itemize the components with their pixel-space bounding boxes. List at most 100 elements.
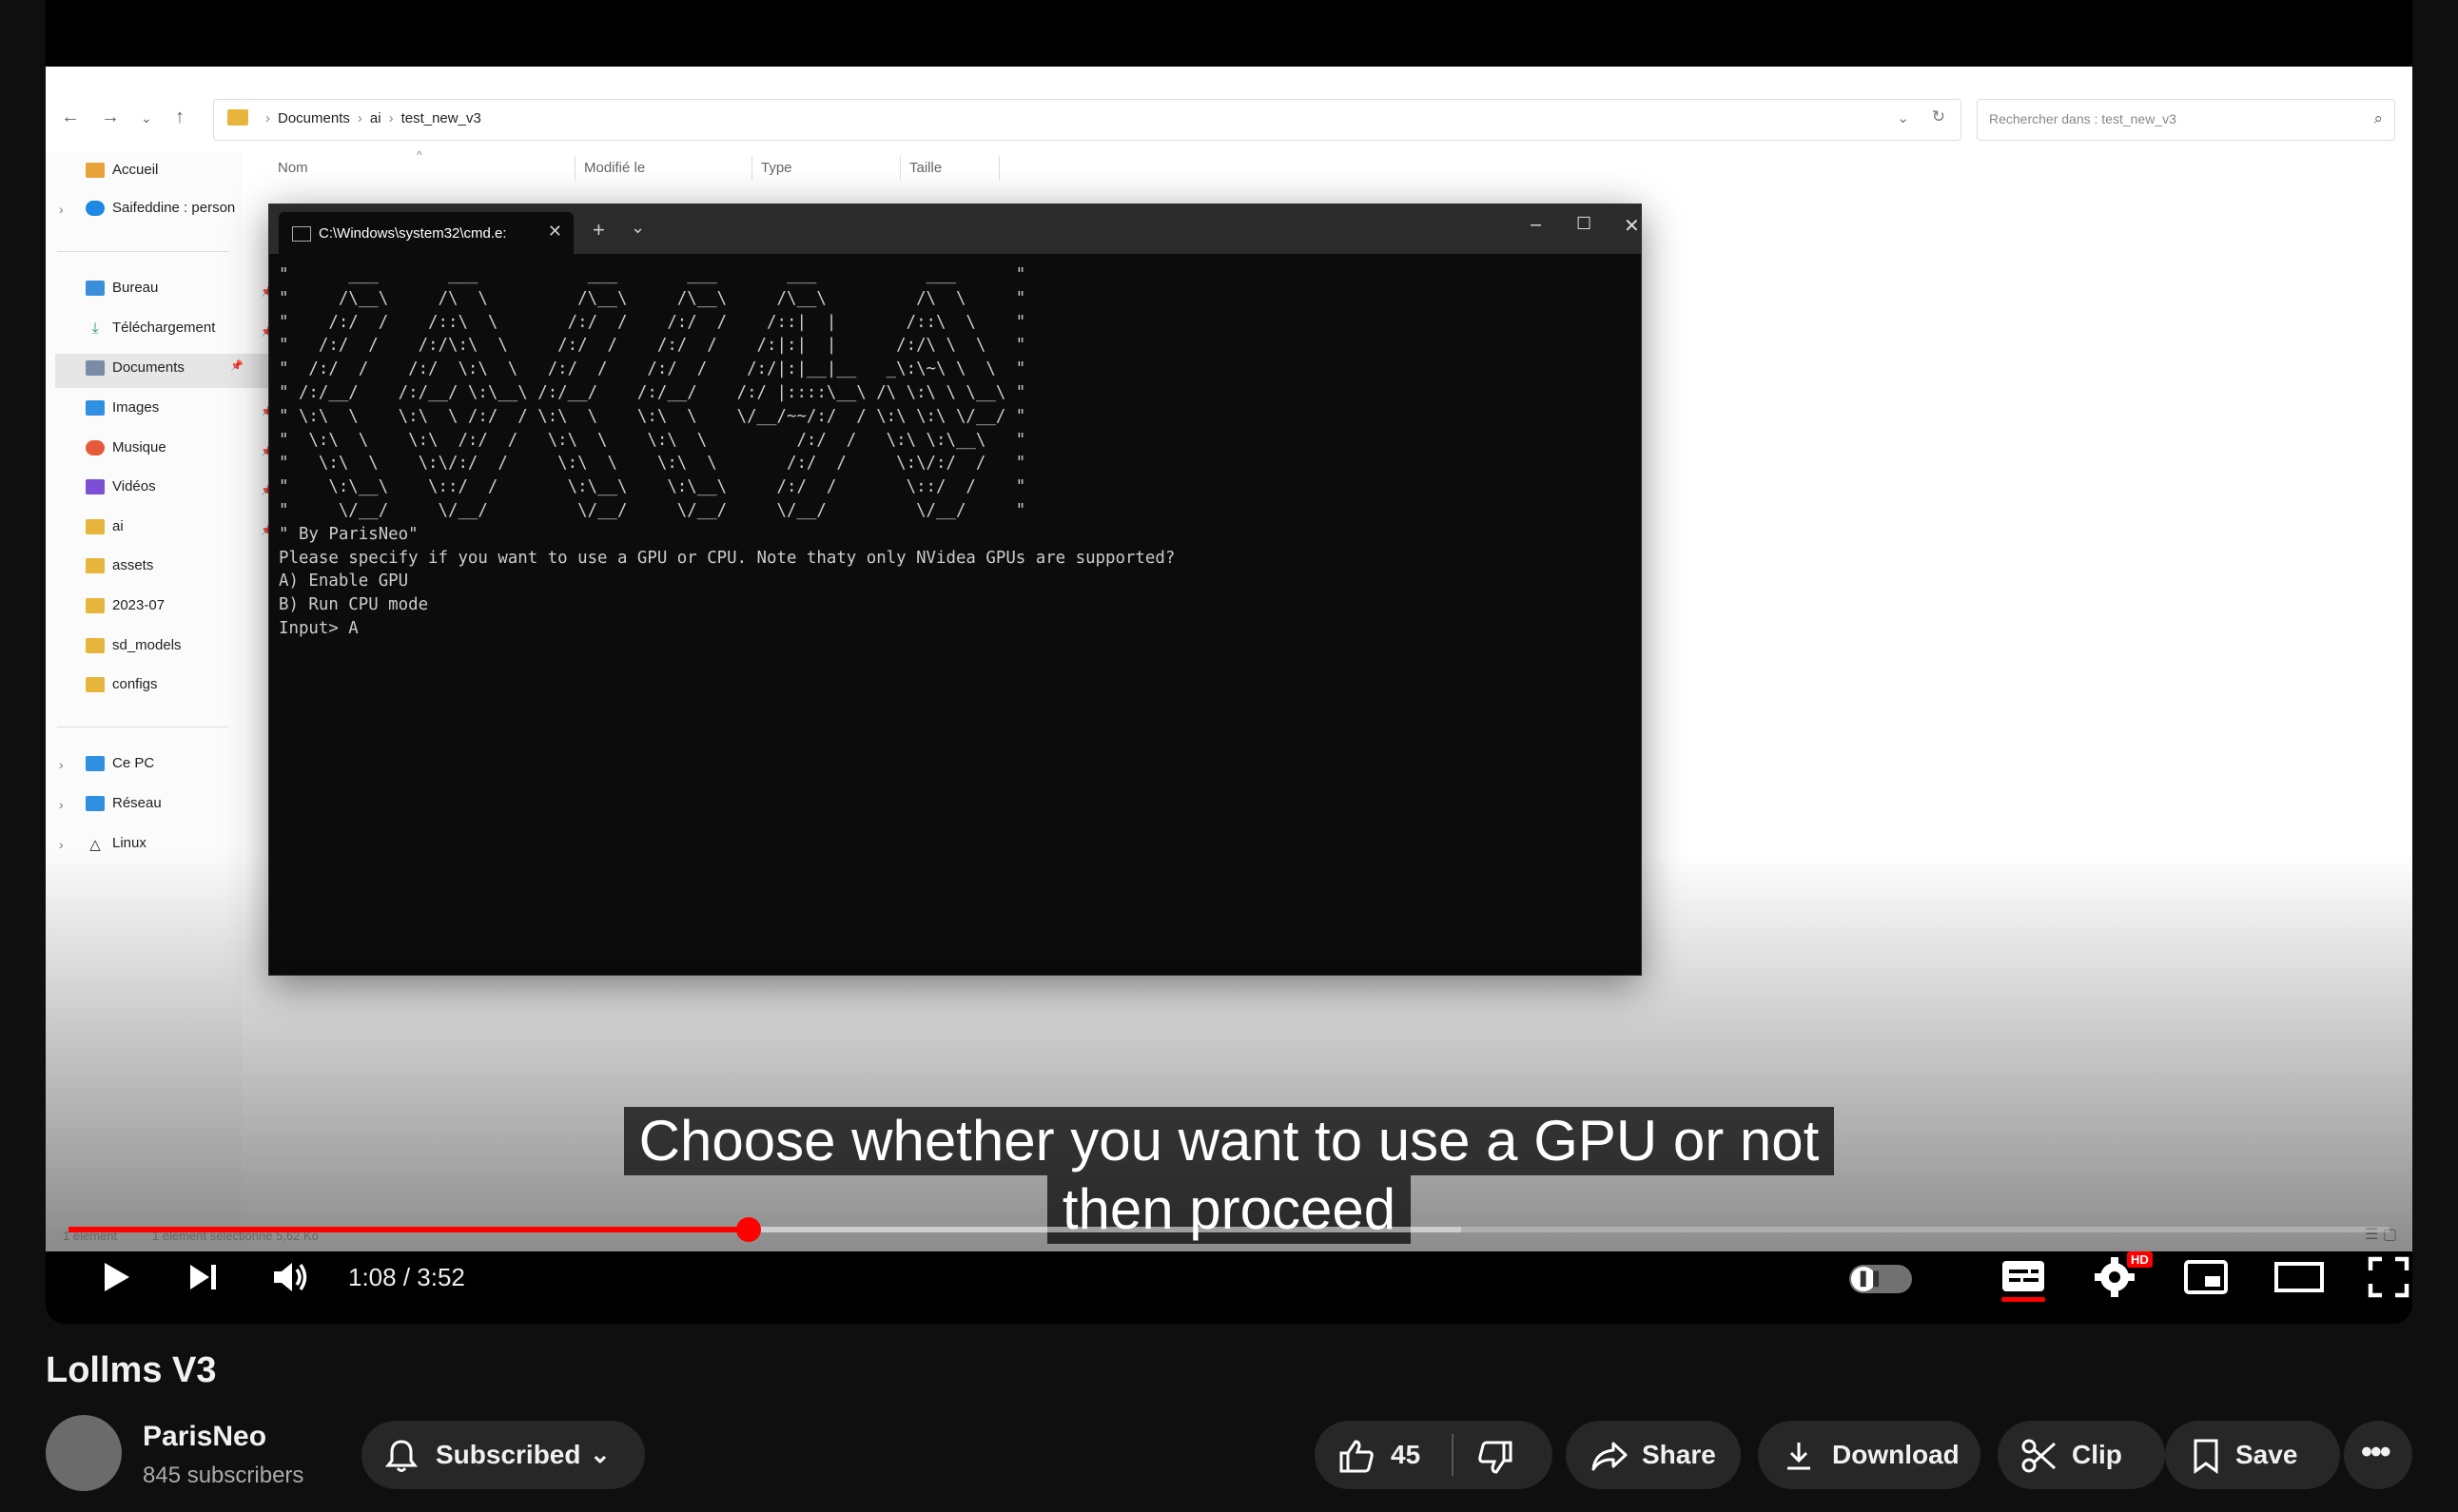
- thumbs-up-icon[interactable]: [1337, 1438, 1375, 1474]
- search-icon: ⌕: [2373, 109, 2383, 127]
- terminal-line: A) Enable GPU: [279, 572, 409, 591]
- breadcrumb-documents[interactable]: Documents: [278, 110, 350, 126]
- sidebar-item-musique[interactable]: Musique 📌: [86, 439, 282, 468]
- close-window-icon[interactable]: ✕: [1624, 214, 1640, 238]
- column-header-nom[interactable]: Nom: [278, 160, 308, 176]
- sidebar-item-ai[interactable]: ai 📌: [86, 518, 282, 547]
- scrubber-handle[interactable]: [736, 1217, 762, 1242]
- breadcrumb-ai[interactable]: ai: [370, 110, 381, 126]
- terminal-line: Please specify if you want to use a GPU …: [279, 548, 1176, 568]
- terminal-line: " \:\__\ \::/ / \:\__\ \:\__\ /:/ / \::/…: [279, 477, 1026, 497]
- close-tab-icon[interactable]: ✕: [548, 222, 562, 242]
- share-button[interactable]: Share: [1566, 1421, 1741, 1489]
- refresh-icon[interactable]: ↻: [1932, 107, 1945, 126]
- play-icon[interactable]: [91, 1253, 139, 1301]
- column-divider: [900, 156, 901, 181]
- music-icon: [86, 440, 105, 456]
- search-input[interactable]: Rechercher dans : test_new_v3 ⌕: [1977, 99, 2395, 141]
- column-header-type[interactable]: Type: [761, 160, 792, 176]
- more-icon: •••: [2361, 1434, 2391, 1470]
- share-icon: [1591, 1442, 1628, 1471]
- column-header-taille[interactable]: Taille: [909, 160, 942, 176]
- autoplay-toggle[interactable]: ❚❚: [1849, 1265, 1912, 1293]
- terminal-window[interactable]: C:\Windows\system32\cmd.e: ✕ + ⌄ – ☐ ✕ "…: [268, 204, 1642, 976]
- next-icon[interactable]: [179, 1253, 226, 1301]
- thumbs-down-icon[interactable]: [1476, 1440, 1514, 1476]
- network-icon: [86, 796, 105, 812]
- chevron-down-icon[interactable]: ⌄: [1897, 109, 1909, 126]
- search-placeholder: Rechercher dans : test_new_v3: [1989, 111, 2176, 126]
- images-icon: [86, 400, 105, 417]
- sidebar-item-configs[interactable]: configs: [86, 676, 282, 705]
- captions-icon[interactable]: [2000, 1255, 2047, 1297]
- sidebar-item-documents[interactable]: Documents 📌: [55, 354, 272, 388]
- address-bar[interactable]: › Documents › ai › test_new_v3 ⌄ ↻: [213, 99, 1961, 141]
- sidebar-item-telechargement[interactable]: ⤓ Téléchargement 📌: [86, 320, 282, 348]
- expand-caret-icon[interactable]: ›: [59, 837, 64, 852]
- divider: [57, 251, 228, 252]
- video-title: Lollms V3: [46, 1350, 217, 1390]
- videos-icon: [86, 479, 105, 495]
- subtitle-line: then proceed: [1046, 1175, 1412, 1244]
- chevron-down-icon[interactable]: ⌄: [631, 218, 645, 238]
- volume-icon[interactable]: [266, 1253, 314, 1301]
- sidebar-item-reseau[interactable]: Réseau: [86, 795, 282, 824]
- expand-caret-icon[interactable]: ›: [59, 757, 64, 772]
- sidebar-item-images[interactable]: Images 📌: [86, 399, 282, 428]
- new-tab-icon[interactable]: +: [593, 218, 605, 242]
- up-arrow-icon[interactable]: ↑: [175, 107, 185, 128]
- expand-caret-icon[interactable]: ›: [59, 797, 64, 812]
- sidebar-item-assets[interactable]: assets: [86, 557, 282, 586]
- like-count[interactable]: 45: [1391, 1440, 1420, 1470]
- download-button[interactable]: Download: [1758, 1421, 1980, 1489]
- download-icon: ⤓: [91, 320, 99, 338]
- sidebar-item-accueil[interactable]: Accueil: [86, 162, 282, 190]
- linux-icon: △: [89, 837, 101, 854]
- terminal-tab[interactable]: C:\Windows\system32\cmd.e: ✕: [279, 212, 574, 254]
- folder-icon: [227, 109, 248, 126]
- sidebar-item-sd-models[interactable]: sd_models: [86, 637, 282, 666]
- sidebar-item-2023-07[interactable]: 2023-07: [86, 597, 282, 626]
- terminal-line: " \:\ \ \:\ \ /:/ / \:\ \ \:\ \ \/__/~~/…: [279, 406, 1026, 426]
- terminal-line: " ___ ___ ___ ___ ___ ___ ": [279, 265, 1026, 284]
- miniplayer-icon[interactable]: [2182, 1253, 2230, 1301]
- avatar[interactable]: [46, 1415, 122, 1491]
- scissors-icon: [2021, 1439, 2057, 1473]
- column-divider: [999, 156, 1000, 181]
- played-bar: [68, 1227, 750, 1232]
- theater-mode-icon[interactable]: [2273, 1253, 2325, 1301]
- subscribe-button[interactable]: Subscribed ⌄: [361, 1421, 645, 1489]
- sidebar-item-bureau[interactable]: Bureau 📌: [86, 280, 282, 308]
- folder-icon: [86, 638, 105, 654]
- terminal-line: " /:/ / /:/\:\ \ /:/ / /:/ / /:|:| | /:/…: [279, 336, 1026, 356]
- cloud-icon: [86, 201, 105, 217]
- save-button[interactable]: Save: [2165, 1421, 2340, 1489]
- video-player[interactable]: ← → ⌄ ↑ › Documents › ai › test_new_v3 ⌄ ↻ Re…: [46, 0, 2412, 1324]
- progress-bar[interactable]: [68, 1217, 2390, 1242]
- recent-chevron-icon[interactable]: ⌄: [141, 110, 152, 126]
- sidebar-item-ce-pc[interactable]: Ce PC: [86, 755, 282, 784]
- sidebar-item-linux[interactable]: △ Linux: [86, 835, 282, 863]
- back-arrow-icon[interactable]: ←: [61, 107, 80, 128]
- subtitle-line: Choose whether you want to use a GPU or …: [623, 1107, 1835, 1175]
- download-icon: [1787, 1443, 1810, 1470]
- maximize-icon[interactable]: ☐: [1576, 214, 1591, 234]
- expand-caret-icon[interactable]: ›: [59, 202, 64, 217]
- column-header-modifie[interactable]: Modifié le: [584, 160, 645, 176]
- channel-name[interactable]: ParisNeo: [143, 1421, 266, 1453]
- breadcrumb-current[interactable]: test_new_v3: [401, 110, 481, 126]
- sidebar-item-onedrive[interactable]: Saifeddine : person: [86, 200, 282, 228]
- clip-button[interactable]: Clip: [1998, 1421, 2165, 1489]
- terminal-line: " /\__\ /\ \ /\__\ /\__\ /\__\ /\ \ ": [279, 288, 1026, 308]
- like-dislike-group: 45: [1315, 1421, 1552, 1489]
- pc-icon: [86, 756, 105, 772]
- video-frame[interactable]: ← → ⌄ ↑ › Documents › ai › test_new_v3 ⌄ ↻ Re…: [46, 67, 2412, 1251]
- minimize-icon[interactable]: –: [1531, 214, 1541, 236]
- folder-icon: [86, 677, 105, 693]
- fullscreen-icon[interactable]: [2365, 1253, 2412, 1301]
- pause-icon: ❚❚: [1857, 1270, 1883, 1287]
- sidebar-item-videos[interactable]: Vidéos 📌: [86, 478, 282, 507]
- more-actions-button[interactable]: •••: [2344, 1421, 2412, 1489]
- forward-arrow-icon[interactable]: →: [101, 107, 120, 128]
- home-icon: [86, 163, 105, 179]
